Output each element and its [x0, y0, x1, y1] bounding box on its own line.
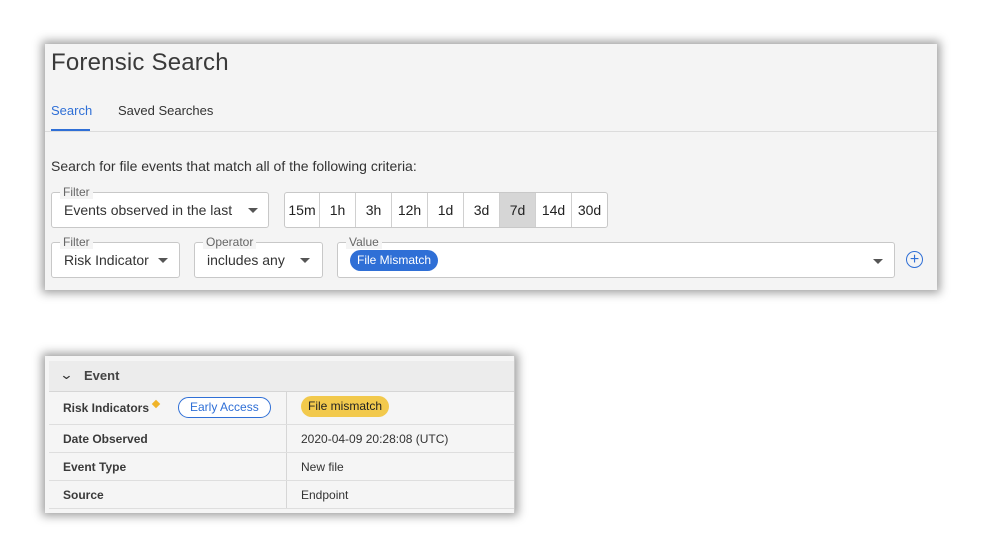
row-key: Event Type: [63, 460, 127, 474]
chevron-down-icon: ⌄: [59, 367, 74, 382]
value-legend: Value: [346, 235, 382, 249]
event-details-panel: ⌄ Event Risk Indicators Early Access Fil…: [45, 356, 515, 513]
range-button-7d[interactable]: 7d: [500, 193, 536, 227]
event-section-title: Event: [84, 368, 120, 383]
row-value: Endpoint: [301, 488, 349, 502]
time-range-button-group: 15m 1h 3h 12h 1d 3d 7d 14d 30d: [284, 192, 608, 228]
forensic-search-panel: Forensic Search Search Saved Searches Se…: [45, 44, 937, 290]
range-button-3d[interactable]: 3d: [464, 193, 500, 227]
early-access-badge[interactable]: Early Access: [178, 397, 271, 418]
diamond-icon: [151, 399, 161, 409]
filter-value: Risk Indicator: [64, 252, 149, 268]
filter-legend: Filter: [60, 235, 93, 249]
tab-search[interactable]: Search: [51, 103, 92, 131]
time-filter-select[interactable]: Filter Events observed in the last: [51, 185, 269, 228]
time-filter-value: Events observed in the last: [64, 202, 233, 218]
range-button-3h[interactable]: 3h: [356, 193, 392, 227]
range-button-15m[interactable]: 15m: [285, 193, 320, 227]
range-button-14d[interactable]: 14d: [536, 193, 572, 227]
range-button-30d[interactable]: 30d: [572, 193, 607, 227]
row-key: Source: [63, 488, 104, 502]
criteria-description: Search for file events that match all of…: [51, 158, 417, 174]
operator-value: includes any: [207, 252, 285, 268]
plus-circle-icon: +: [909, 251, 920, 268]
add-criteria-button[interactable]: +: [906, 251, 923, 268]
caret-down-icon: [158, 258, 168, 263]
tab-saved-searches[interactable]: Saved Searches: [118, 103, 213, 129]
event-row-event-type: Event Type New file: [49, 453, 514, 481]
range-button-12h[interactable]: 12h: [392, 193, 428, 227]
row-value: New file: [301, 460, 344, 474]
row-value: 2020-04-09 20:28:08 (UTC): [301, 432, 449, 446]
event-row-risk-indicators: Risk Indicators Early Access File mismat…: [49, 392, 514, 425]
event-row-date-observed: Date Observed 2020-04-09 20:28:08 (UTC): [49, 425, 514, 453]
filter-select[interactable]: Filter Risk Indicator: [51, 235, 180, 278]
filter-legend: Filter: [60, 185, 93, 199]
operator-legend: Operator: [203, 235, 257, 249]
event-row-source: Source Endpoint: [49, 481, 514, 509]
range-button-1h[interactable]: 1h: [320, 193, 356, 227]
page-title: Forensic Search: [51, 49, 229, 76]
caret-down-icon: [300, 258, 310, 263]
event-section-header[interactable]: ⌄ Event: [49, 361, 514, 392]
caret-down-icon: [873, 259, 883, 264]
risk-indicator-badge: File mismatch: [301, 396, 390, 417]
tab-bar: Search Saved Searches: [45, 102, 937, 132]
range-button-1d[interactable]: 1d: [428, 193, 464, 227]
value-chip-file-mismatch[interactable]: File Mismatch: [350, 250, 439, 271]
row-key: Date Observed: [63, 432, 148, 446]
caret-down-icon: [248, 208, 258, 213]
operator-select[interactable]: Operator includes any: [194, 235, 323, 278]
row-key: Risk Indicators: [63, 401, 150, 415]
value-multiselect[interactable]: Value File Mismatch: [337, 235, 895, 278]
